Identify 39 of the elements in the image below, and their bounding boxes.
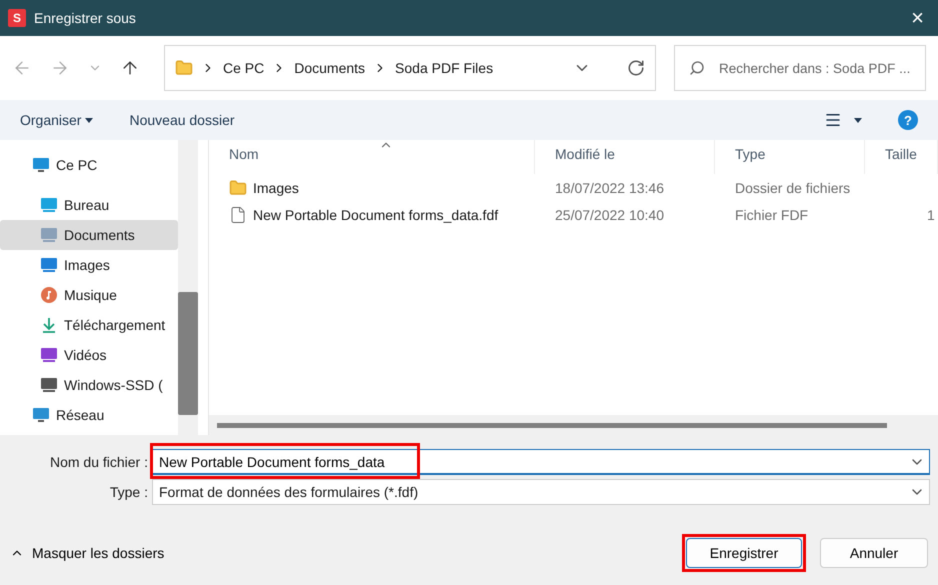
sidebar-item[interactable]: Bureau [0, 190, 178, 220]
hide-folders-button[interactable]: Masquer les dossiers [10, 545, 164, 561]
new-folder-button[interactable]: Nouveau dossier [129, 112, 235, 128]
filename-combo-box[interactable]: New Portable Document forms_data [152, 449, 930, 475]
file-type: Fichier FDF [734, 206, 810, 222]
file-type: Dossier de fichiers [734, 180, 852, 196]
column-header[interactable]: Taille [865, 140, 938, 174]
sidebar-item[interactable]: Vidéos [0, 340, 178, 370]
sidebar-item[interactable]: Musique [0, 280, 178, 310]
sidebar-item[interactable]: Téléchargement [0, 310, 178, 340]
file-type-dropdown[interactable]: Format de données des formulaires (*.fdf) [152, 479, 930, 505]
modified-date: 25/07/2022 10:40 [554, 206, 665, 222]
type-label: Type : [108, 484, 149, 500]
filename-label: Nom du fichier : [48, 454, 149, 470]
column-header[interactable]: Nom [209, 140, 535, 174]
breadcrumb-item[interactable]: Documents [294, 60, 366, 76]
app-logo: S [8, 9, 26, 27]
address-bar[interactable]: Ce PC Documents Soda PDF Files [164, 45, 656, 91]
save-button[interactable]: Enregistrer [686, 538, 802, 568]
cancel-button[interactable]: Annuler [820, 538, 928, 568]
sidebar-item[interactable]: Réseau [0, 400, 178, 430]
column-header[interactable]: Modifié le [535, 140, 715, 174]
sidebar-item[interactable]: Ce PC [0, 150, 178, 180]
breadcrumb-item[interactable]: Ce PC [223, 60, 264, 76]
file-size: 1 [926, 206, 936, 222]
column-header[interactable]: Type [715, 140, 865, 174]
organize-button[interactable]: Organiser [20, 112, 94, 128]
file-name[interactable]: Images [253, 180, 299, 196]
file-name[interactable]: New Portable Document forms_data.fdf [253, 206, 498, 222]
window-title: Enregistrer sous [34, 10, 137, 26]
breadcrumb-item[interactable]: Soda PDF Files [395, 60, 494, 76]
sidebar-item[interactable]: Documents [0, 220, 178, 250]
close-button[interactable]: × [905, 5, 930, 31]
sidebar-item[interactable]: Images [0, 250, 178, 280]
sidebar-item[interactable]: Windows-SSD ( [0, 370, 178, 400]
help-button[interactable]: ? [898, 110, 918, 130]
search-field[interactable]: Rechercher dans : Soda PDF ... [674, 45, 926, 91]
modified-date: 18/07/2022 13:46 [554, 180, 665, 196]
filename-field[interactable]: New Portable Document forms_data [157, 454, 909, 470]
